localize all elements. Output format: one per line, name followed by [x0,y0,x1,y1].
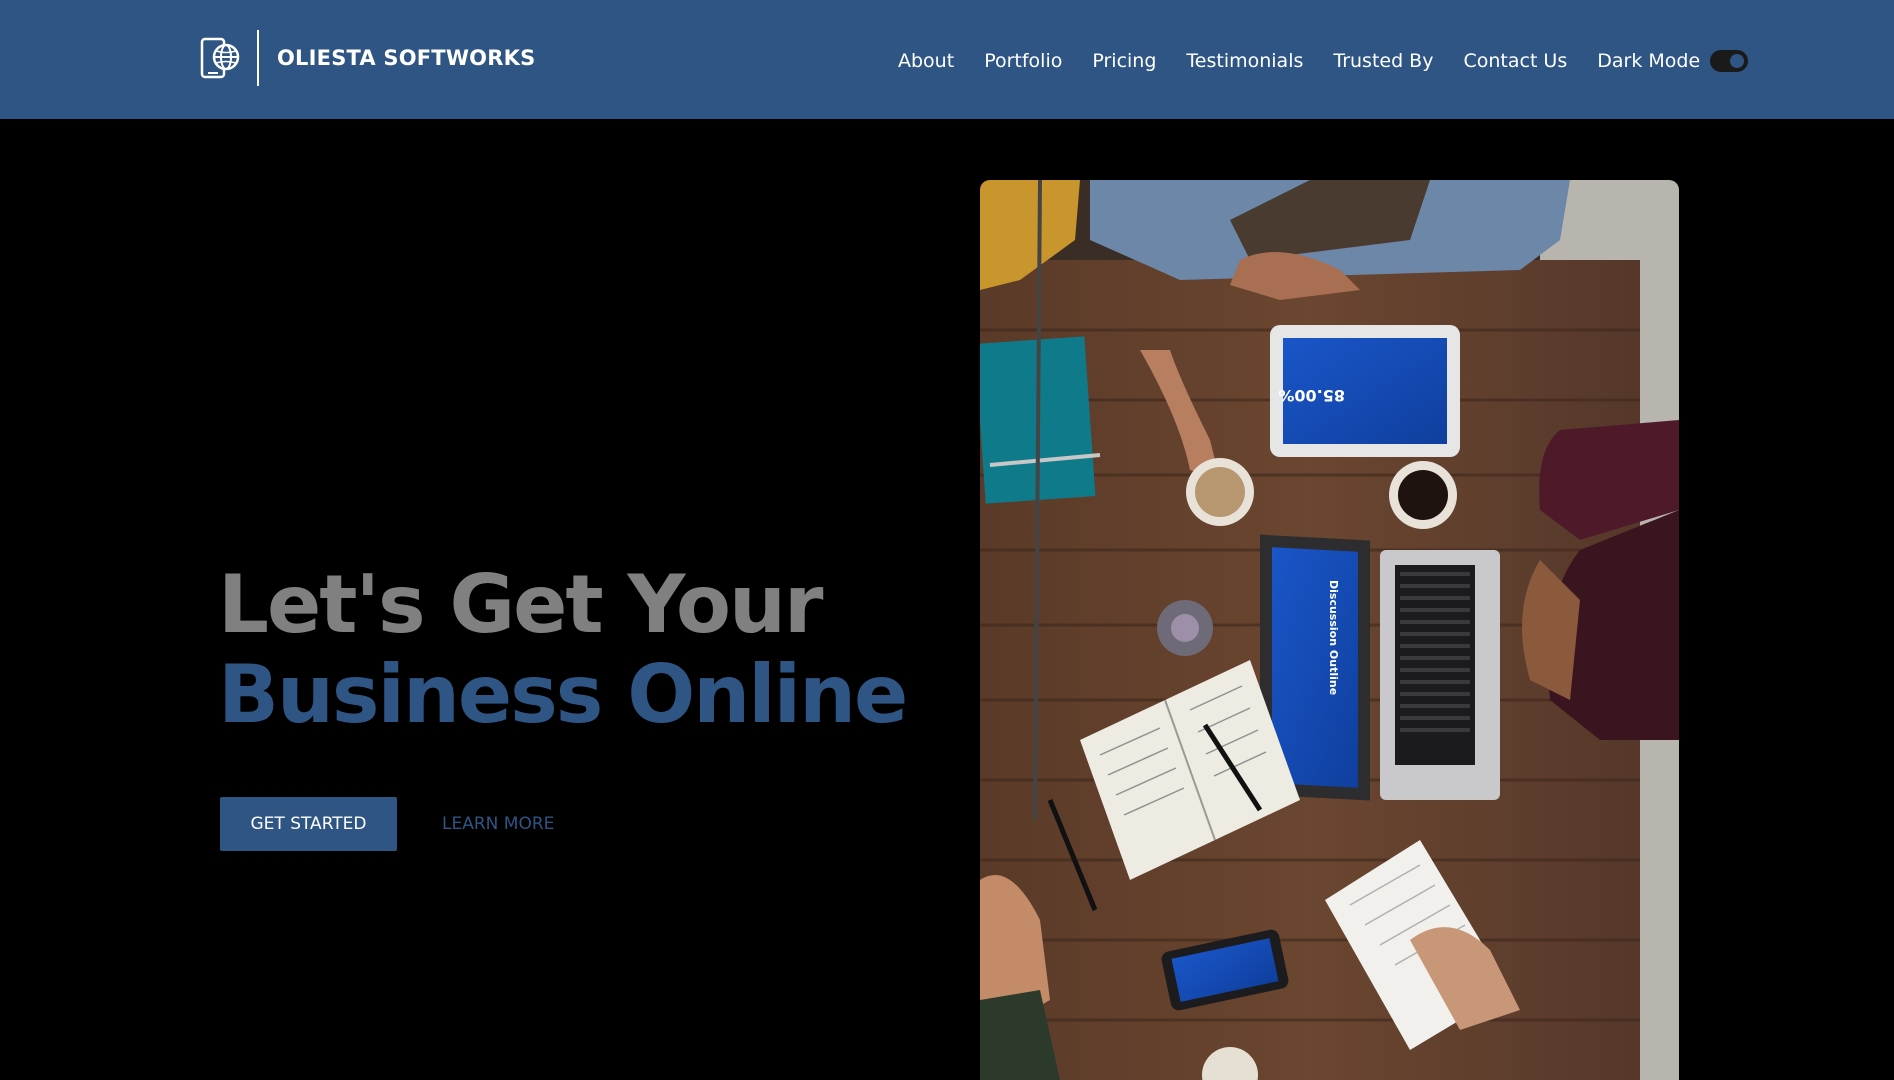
nav-pricing[interactable]: Pricing [1092,50,1156,72]
main-nav: About Portfolio Pricing Testimonials Tru… [898,46,1749,76]
laptop-title: Discussion Outline [1327,580,1340,695]
dark-mode-toggle[interactable] [1710,50,1749,72]
team-meeting-photo: 85.00% Discussion Outline [980,180,1679,1080]
hero-title-line2: Business Online [218,648,908,741]
site-header: OLIESTA SOFTWORKS About Portfolio Pricin… [0,0,1894,119]
learn-more-link[interactable]: LEARN MORE [442,810,554,838]
logo-divider [257,30,259,86]
hero-photo: 85.00% Discussion Outline [980,180,1679,1080]
nav-about[interactable]: About [898,50,954,72]
nav-portfolio[interactable]: Portfolio [984,50,1062,72]
tablet-value: 85.00% [1278,386,1345,405]
brand-logo[interactable]: OLIESTA SOFTWORKS [199,30,535,86]
dark-mode-control: Dark Mode [1597,50,1749,72]
nav-trusted-by[interactable]: Trusted By [1333,50,1433,72]
get-started-button[interactable]: GET STARTED [220,797,397,851]
hero-title: Let's Get Your Business Online [218,558,908,741]
hero-title-line1: Let's Get Your [218,558,823,651]
globe-phone-icon [200,37,240,79]
nav-contact-us[interactable]: Contact Us [1463,50,1567,72]
toggle-knob [1730,54,1745,68]
dark-mode-label: Dark Mode [1597,50,1701,72]
brand-name: OLIESTA SOFTWORKS [277,46,536,70]
nav-testimonials[interactable]: Testimonials [1186,50,1303,72]
